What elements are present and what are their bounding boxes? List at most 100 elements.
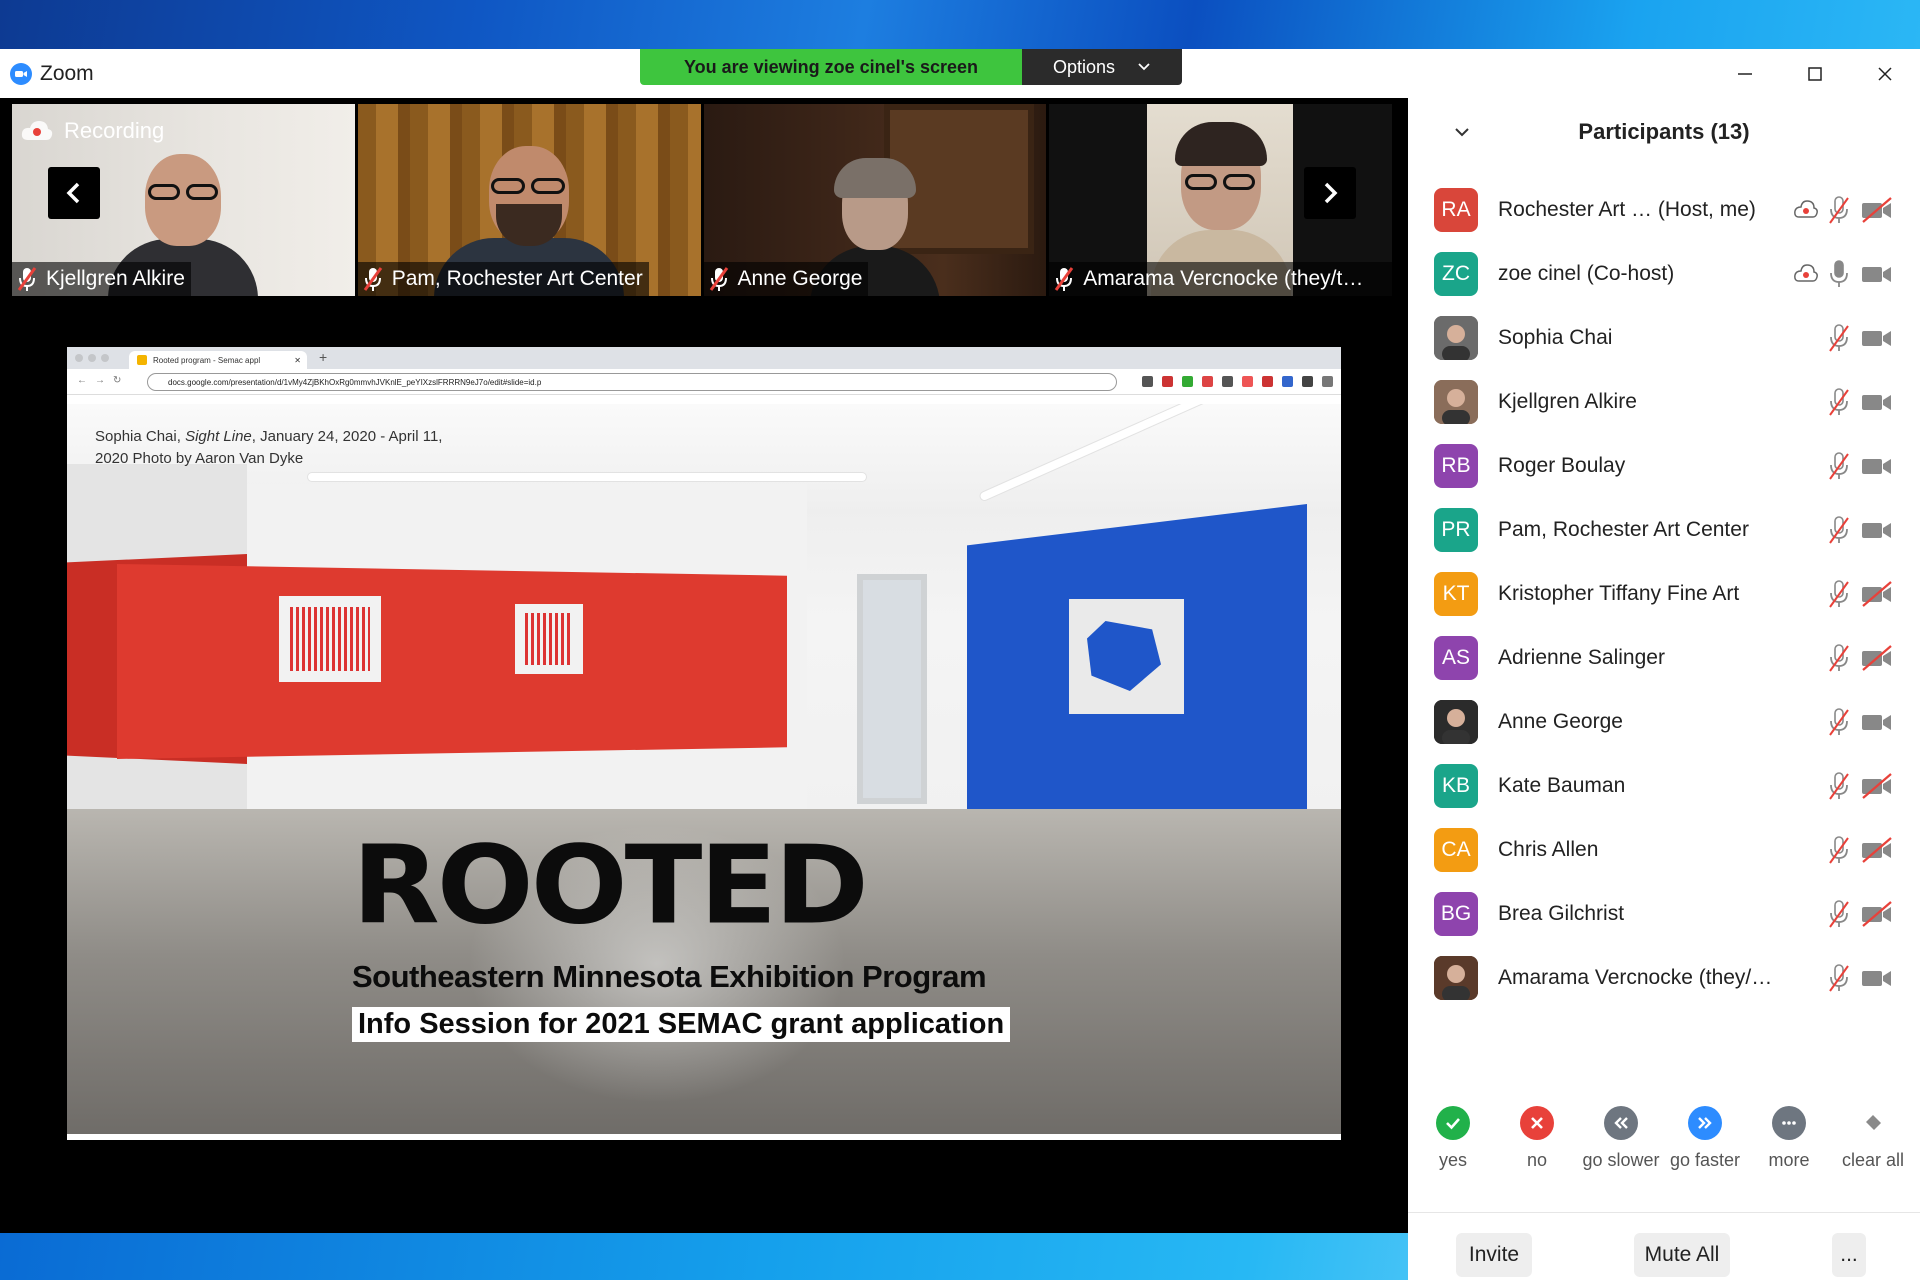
tile-name-label: Anne George (703, 262, 869, 296)
participant-status-icons (1826, 899, 1894, 929)
participant-name: Sophia Chai (1498, 326, 1613, 349)
video-off-icon[interactable] (1860, 581, 1894, 607)
more-icon (1772, 1106, 1806, 1140)
minimize-icon (1738, 72, 1752, 75)
participant-status-icons (1826, 643, 1894, 673)
reaction-no-button[interactable]: no (1492, 1106, 1582, 1171)
video-icon[interactable] (1860, 389, 1894, 415)
mic-muted-icon[interactable] (1826, 451, 1852, 481)
mute-all-button[interactable]: Mute All (1634, 1233, 1730, 1277)
participant-row[interactable]: PR Pam, Rochester Art Center (1408, 498, 1920, 562)
reaction-clear-all-button[interactable]: clear all (1828, 1106, 1918, 1171)
participant-name: Brea Gilchrist (1498, 902, 1625, 925)
video-tile[interactable]: Anne George (703, 104, 1047, 296)
chevron-down-icon[interactable] (1452, 122, 1472, 142)
avatar (1434, 956, 1478, 1000)
tab-close-icon[interactable]: ✕ (294, 356, 301, 365)
mic-muted-icon (363, 267, 382, 291)
check-icon (1436, 1106, 1470, 1140)
participant-row[interactable]: RB Roger Boulay (1408, 434, 1920, 498)
avatar: AS (1434, 636, 1478, 680)
reaction-yes-button[interactable]: yes (1408, 1106, 1498, 1171)
mic-muted-icon (1055, 267, 1074, 291)
participant-name: Rochester Art … (Host, me) (1498, 198, 1756, 221)
mic-muted-icon[interactable] (1826, 387, 1852, 417)
eraser-icon (1856, 1106, 1890, 1140)
mic-muted-icon[interactable] (1826, 323, 1852, 353)
slide-subtitle: Southeastern Minnesota Exhibition Progra… (352, 959, 987, 994)
participant-row[interactable]: RA Rochester Art … (Host, me) (1408, 178, 1920, 242)
mic-icon[interactable] (1826, 259, 1852, 289)
close-button[interactable] (1850, 49, 1920, 98)
share-options-button[interactable]: Options (1022, 49, 1182, 85)
more-options-button[interactable]: ... (1832, 1233, 1866, 1277)
maximize-button[interactable] (1780, 49, 1850, 98)
video-off-icon[interactable] (1860, 197, 1894, 223)
avatar (1434, 316, 1478, 360)
participant-status-icons (1826, 515, 1894, 545)
video-icon[interactable] (1860, 325, 1894, 351)
participant-row[interactable]: CA Chris Allen (1408, 818, 1920, 882)
reaction-go-slower-button[interactable]: go slower (1576, 1106, 1666, 1171)
mic-muted-icon[interactable] (1826, 515, 1852, 545)
minimize-button[interactable] (1710, 49, 1780, 98)
participant-row[interactable]: Kjellgren Alkire (1408, 370, 1920, 434)
video-tile[interactable]: Pam, Rochester Art Center (357, 104, 701, 296)
reaction-go-faster-button[interactable]: go faster (1660, 1106, 1750, 1171)
browser-nav-icons[interactable]: ←→↻ (77, 375, 129, 386)
participants-header: Participants (13) (1408, 98, 1920, 166)
video-icon[interactable] (1860, 517, 1894, 543)
video-off-icon[interactable] (1860, 645, 1894, 671)
avatar: ZC (1434, 252, 1478, 296)
video-icon[interactable] (1860, 965, 1894, 991)
mic-muted-icon[interactable] (1826, 771, 1852, 801)
avatar-initials: KB (1441, 774, 1470, 797)
screen-share-banner: You are viewing zoe cinel's screen Optio… (640, 49, 1182, 85)
participant-row[interactable]: KB Kate Bauman (1408, 754, 1920, 818)
slide-title: ROOTED (352, 822, 869, 949)
browser-window-dots (75, 354, 109, 362)
participants-footer: Invite Mute All ... (1408, 1212, 1920, 1280)
share-options-label: Options (1052, 56, 1116, 77)
browser-tab[interactable]: Rooted program - Semac appl ✕ (129, 351, 307, 369)
maximize-icon (1808, 66, 1822, 81)
zoom-window: Zoom You are viewing zoe cinel's screen … (0, 49, 1920, 1280)
new-tab-icon[interactable]: + (319, 349, 327, 365)
mic-muted-icon[interactable] (1826, 643, 1852, 673)
participant-name: Pam, Rochester Art Center (391, 267, 643, 290)
participant-row[interactable]: Sophia Chai (1408, 306, 1920, 370)
participant-row[interactable]: AS Adrienne Salinger (1408, 626, 1920, 690)
participant-name: Amarama Vercnocke (they/… (1498, 966, 1773, 989)
x-icon (1520, 1106, 1554, 1140)
video-off-icon[interactable] (1860, 901, 1894, 927)
video-off-icon[interactable] (1860, 773, 1894, 799)
previous-page-button[interactable] (48, 167, 100, 219)
url-field[interactable]: docs.google.com/presentation/d/1vMy4ZjBK… (147, 373, 1117, 391)
reaction-label: clear all (1841, 1150, 1905, 1170)
close-icon (1878, 66, 1892, 81)
mic-muted-icon[interactable] (1826, 579, 1852, 609)
participant-name: Kristopher Tiffany Fine Art (1498, 582, 1740, 605)
mic-muted-icon[interactable] (1826, 707, 1852, 737)
mic-muted-icon[interactable] (1826, 899, 1852, 929)
mic-muted-icon[interactable] (1826, 195, 1852, 225)
next-page-button[interactable] (1304, 167, 1357, 219)
participant-row[interactable]: BG Brea Gilchrist (1408, 882, 1920, 946)
participant-row[interactable]: Amarama Vercnocke (they/… (1408, 946, 1920, 1010)
participant-row[interactable]: ZC zoe cinel (Co-host) (1408, 242, 1920, 306)
invite-button[interactable]: Invite (1456, 1233, 1532, 1277)
reaction-more-button[interactable]: more (1744, 1106, 1834, 1171)
mic-muted-icon[interactable] (1826, 963, 1852, 993)
video-tile[interactable]: Recording Kjellgren Alkire (12, 104, 355, 296)
video-icon[interactable] (1860, 453, 1894, 479)
participant-row[interactable]: KT Kristopher Tiffany Fine Art (1408, 562, 1920, 626)
recording-icon (1794, 200, 1818, 218)
video-icon[interactable] (1860, 261, 1894, 287)
mic-muted-icon[interactable] (1826, 835, 1852, 865)
video-tile-strip: Recording Kjellgren Alkire Pam, Rocheste… (12, 104, 1392, 296)
fast-forward-icon (1688, 1106, 1722, 1140)
video-off-icon[interactable] (1860, 837, 1894, 863)
participant-row[interactable]: Anne George (1408, 690, 1920, 754)
video-tile[interactable]: Amarama Vercnocke (they/t… (1049, 104, 1392, 296)
video-icon[interactable] (1860, 709, 1894, 735)
